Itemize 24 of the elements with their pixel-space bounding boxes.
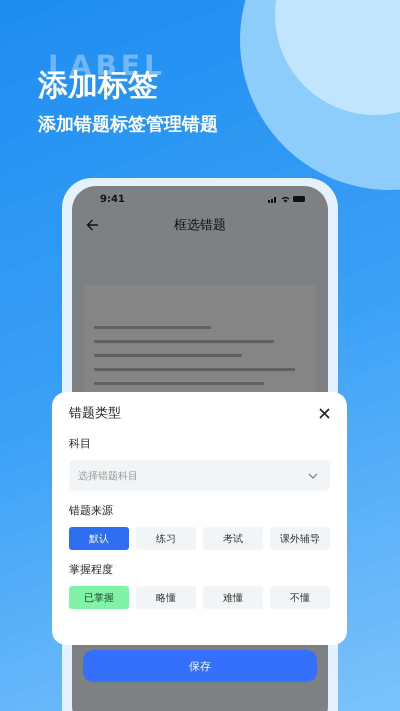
status-time: 9:41 xyxy=(100,194,125,204)
screen-title: 框选错题 xyxy=(174,217,226,234)
section-label: 科目 xyxy=(69,436,92,452)
sheet-title: 错题类型 xyxy=(69,405,121,422)
option-chip[interactable]: 课外辅导 xyxy=(270,527,330,550)
option-chip[interactable]: 默认 xyxy=(69,527,129,550)
subtitle: 添加错题标签管理错题 xyxy=(38,113,219,136)
option-chip[interactable]: 不懂 xyxy=(270,586,330,609)
option-chip[interactable]: 难懂 xyxy=(203,586,263,609)
signal-icon xyxy=(268,196,278,202)
section-label: 错题来源 xyxy=(69,503,114,519)
wifi-icon xyxy=(281,196,290,202)
save-button[interactable]: 保存 xyxy=(83,650,317,682)
option-chip[interactable]: 练习 xyxy=(136,527,196,550)
close-button[interactable] xyxy=(319,408,330,418)
chevron-down-icon xyxy=(308,472,318,478)
section-label: 掌握程度 xyxy=(69,562,114,578)
option-chip[interactable]: 考试 xyxy=(203,527,263,550)
option-chip[interactable]: 已掌握 xyxy=(69,586,129,609)
back-arrow-icon xyxy=(86,219,99,231)
back-button[interactable] xyxy=(86,219,99,231)
option-chip[interactable]: 略懂 xyxy=(136,586,196,609)
close-icon xyxy=(319,408,330,418)
battery-icon xyxy=(293,196,306,202)
